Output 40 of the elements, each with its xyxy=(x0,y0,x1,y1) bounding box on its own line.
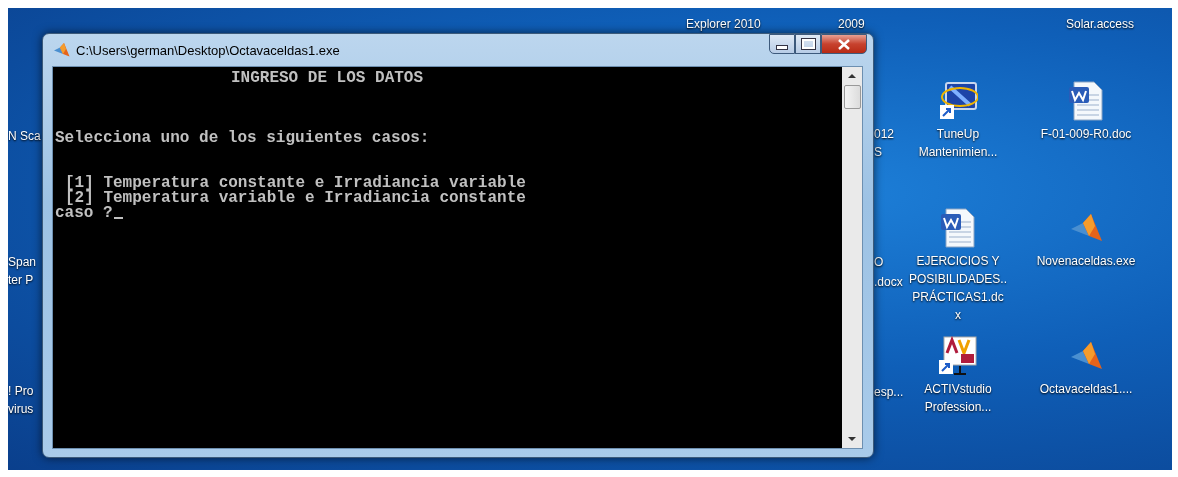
scrollbar[interactable] xyxy=(842,67,862,448)
monitor-icon[interactable] xyxy=(938,81,978,121)
console-text: [2] Temperatura variable e Irradiancia constante xyxy=(64,191,527,206)
window-title: C:\Users\german\Desktop\Octavaceldas1.exe xyxy=(76,42,341,58)
icon-label: 2009 xyxy=(838,16,865,32)
text-cursor xyxy=(113,217,123,219)
peak-icon[interactable] xyxy=(1069,342,1103,372)
icon-label: .docx xyxy=(874,274,903,290)
icon-label[interactable]: Novenaceldas.exe xyxy=(1036,252,1136,270)
icon-label: 012 xyxy=(874,126,895,142)
icon-label: O xyxy=(874,254,884,270)
icon-label: Solar.access xyxy=(1066,16,1135,32)
close-icon xyxy=(838,38,850,50)
icon-label: ter P xyxy=(8,272,34,288)
icon-label: esp... xyxy=(874,384,904,400)
icon-label: Span xyxy=(8,254,37,270)
maximize-button[interactable] xyxy=(795,34,821,54)
icon-label[interactable]: Octavaceldas1.... xyxy=(1039,380,1133,398)
minimize-button[interactable] xyxy=(769,34,795,54)
icon-label[interactable]: ACTIVstudio Profession... xyxy=(924,380,992,416)
document-icon[interactable] xyxy=(1068,81,1104,121)
icon-label[interactable]: F-01-009-R0.doc xyxy=(1040,125,1132,143)
icon-label[interactable]: EJERCICIOS Y POSIBILIDADES.. PRÁCTICAS1.dc x xyxy=(908,252,1007,324)
console-text: caso ? xyxy=(55,206,842,221)
icon-label: N Sca xyxy=(8,128,41,144)
document-icon[interactable] xyxy=(940,208,976,248)
scroll-up-icon[interactable] xyxy=(848,74,856,78)
close-button[interactable] xyxy=(821,34,867,54)
icon-label: virus xyxy=(8,401,34,417)
icon-label[interactable]: TuneUp Mantenimien... xyxy=(918,125,998,161)
console-text: INGRESO DE LOS DATOS xyxy=(230,71,425,86)
icon-label: ! Pro xyxy=(8,383,34,399)
icon-label: Explorer 2010 xyxy=(686,16,761,32)
console-text: Selecciona uno de los siguientes casos: xyxy=(55,131,431,146)
console-text: [1] Temperatura constante e Irradiancia variable xyxy=(64,176,527,191)
scroll-down-icon[interactable] xyxy=(848,437,856,441)
icon-label: S xyxy=(874,144,882,160)
scroll-thumb[interactable] xyxy=(843,85,861,109)
presentation-icon[interactable] xyxy=(938,336,978,376)
peak-icon xyxy=(53,42,70,58)
